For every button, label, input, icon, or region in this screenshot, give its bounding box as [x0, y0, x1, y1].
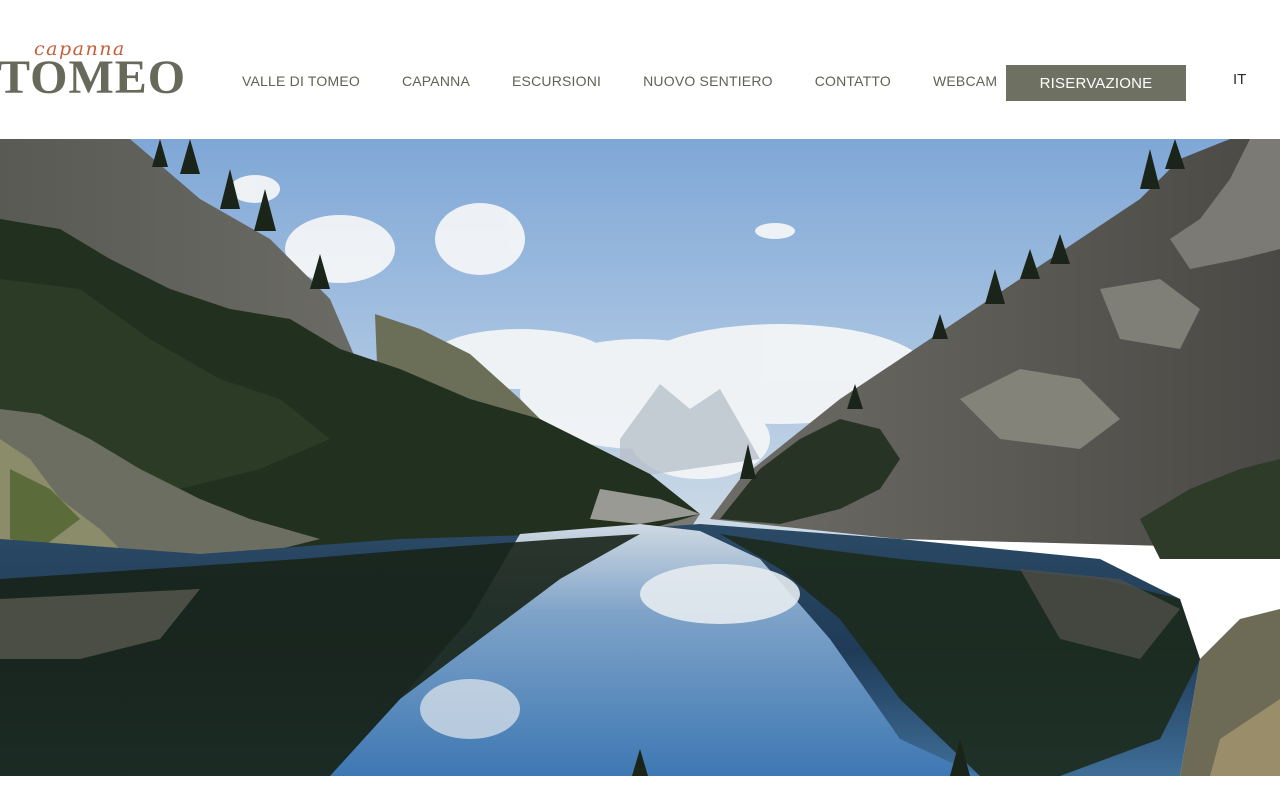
reservation-button[interactable]: RISERVAZIONE: [1006, 65, 1186, 101]
logo-main-text: TOMEO: [0, 51, 187, 104]
main-navigation: VALLE DI TOMEO CAPANNA ESCURSIONI NUOVO …: [221, 70, 997, 92]
nav-item-nuovo-sentiero[interactable]: NUOVO SENTIERO: [643, 73, 773, 89]
mountain-lake-photo-icon: [0, 139, 1280, 776]
hero-image: [0, 139, 1280, 776]
nav-item-capanna[interactable]: CAPANNA: [402, 73, 470, 89]
nav-item-webcam[interactable]: WEBCAM: [933, 73, 997, 89]
language-switcher[interactable]: IT: [1233, 71, 1246, 88]
logo[interactable]: capanna TOMEO: [0, 36, 185, 102]
nav-item-contatto[interactable]: CONTATTO: [815, 73, 891, 89]
nav-item-valle-di-tomeo[interactable]: VALLE DI TOMEO: [242, 73, 360, 89]
nav-item-escursioni[interactable]: ESCURSIONI: [512, 73, 601, 89]
site-header: capanna TOMEO VALLE DI TOMEO CAPANNA ESC…: [0, 0, 1280, 139]
